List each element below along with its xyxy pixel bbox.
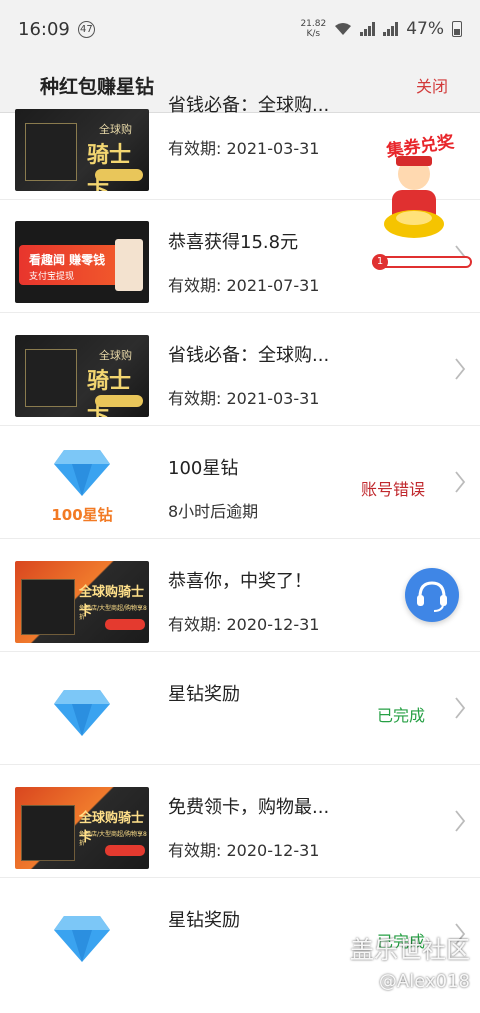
list-item[interactable]: 全球购 骑士卡 省钱必备：全球购... 有效期: 2021-03-31 — [0, 313, 480, 426]
item-title: 100星钻 — [168, 458, 239, 479]
item-expiry: 有效期: 2020-12-31 — [168, 841, 320, 860]
status-badge: 已完成 — [376, 706, 425, 725]
item-title: 恭喜你，中奖了！ — [168, 571, 312, 592]
coupon-redeem-widget[interactable]: 集券兑奖 1 — [366, 122, 472, 274]
signal-icon-2 — [383, 22, 399, 36]
thumb-text: 骑士卡 — [87, 143, 132, 191]
chevron-right-icon — [455, 358, 466, 380]
watermark: 盖乐世社区 @Alex018 — [350, 930, 470, 992]
item-title: 省钱必备：全球购... — [168, 345, 330, 366]
diamond-icon — [54, 690, 110, 736]
god-of-wealth-icon — [384, 156, 444, 238]
watermark-user: @Alex018 — [378, 971, 470, 992]
item-expiry: 有效期: 2021-03-31 — [168, 139, 320, 158]
item-expiry: 有效期: 2021-07-31 — [168, 276, 320, 295]
network-speed-value: 21.82 — [300, 19, 327, 29]
battery-percent: 47% — [406, 19, 444, 39]
thumb-text: 全球购 — [99, 123, 132, 136]
wifi-icon — [335, 23, 352, 35]
chevron-right-icon — [455, 810, 466, 832]
status-icons: 21.82 K/s 47% — [300, 19, 462, 39]
battery-icon — [452, 21, 462, 37]
chevron-right-icon — [455, 697, 466, 719]
knight-card-thumbnail: 全球购骑士卡 免税店/大型商超/购物享8折 — [15, 787, 149, 869]
chevron-right-icon — [455, 471, 466, 493]
thumb-text: 全球购 — [99, 349, 132, 362]
diamond-thumbnail: 100星钻 — [15, 442, 149, 524]
list-item[interactable]: 星钻奖励 已完成 — [0, 652, 480, 765]
status-badge: 账号错误 — [360, 480, 425, 499]
diamond-icon — [54, 916, 110, 962]
network-speed: 21.82 K/s — [300, 19, 326, 39]
item-title: 星钻奖励 — [168, 684, 240, 705]
item-expiry: 有效期: 2020-12-31 — [168, 615, 320, 634]
signal-icon — [360, 22, 376, 36]
diamond-thumbnail — [15, 668, 149, 750]
thumb-text: 看趣闻 赚零钱 — [29, 253, 106, 267]
status-time: 16:09 — [18, 18, 70, 40]
knight-card-thumbnail: 全球购 骑士卡 — [15, 109, 149, 191]
notification-count-badge: 47 — [77, 20, 95, 38]
customer-service-button[interactable] — [405, 568, 459, 622]
watermark-brand: 盖乐世社区 — [350, 936, 470, 964]
headset-icon — [417, 581, 447, 612]
diamond-thumbnail — [15, 894, 149, 976]
red-packet-thumbnail: 看趣闻 赚零钱 支付宝提现 — [15, 221, 149, 303]
item-title: 免费领卡，购物最... — [168, 797, 330, 818]
list-item[interactable]: 全球购骑士卡 免税店/大型商超/购物享8折 免费领卡，购物最... 有效期: 2… — [0, 765, 480, 878]
knight-card-thumbnail: 全球购骑士卡 免税店/大型商超/购物享8折 — [15, 561, 149, 643]
thumb-text: 支付宝提现 — [29, 272, 75, 282]
knight-card-thumbnail: 全球购 骑士卡 — [15, 335, 149, 417]
thumb-text: 骑士卡 — [87, 369, 132, 417]
item-title: 恭喜获得15.8元 — [168, 232, 299, 253]
list-item[interactable]: 100星钻 100星钻 8小时后逾期 账号错误 — [0, 426, 480, 539]
item-expiry: 8小时后逾期 — [168, 502, 259, 521]
item-title: 星钻奖励 — [168, 910, 240, 931]
item-title: 省钱必备：全球购... — [168, 95, 330, 116]
diamond-label: 100星钻 — [51, 506, 113, 524]
coupon-progress-count: 1 — [372, 254, 388, 270]
item-expiry: 有效期: 2021-03-31 — [168, 389, 320, 408]
diamond-icon — [54, 450, 110, 496]
network-speed-unit: K/s — [306, 29, 321, 39]
status-bar: 16:09 47 21.82 K/s 47% — [0, 0, 480, 58]
